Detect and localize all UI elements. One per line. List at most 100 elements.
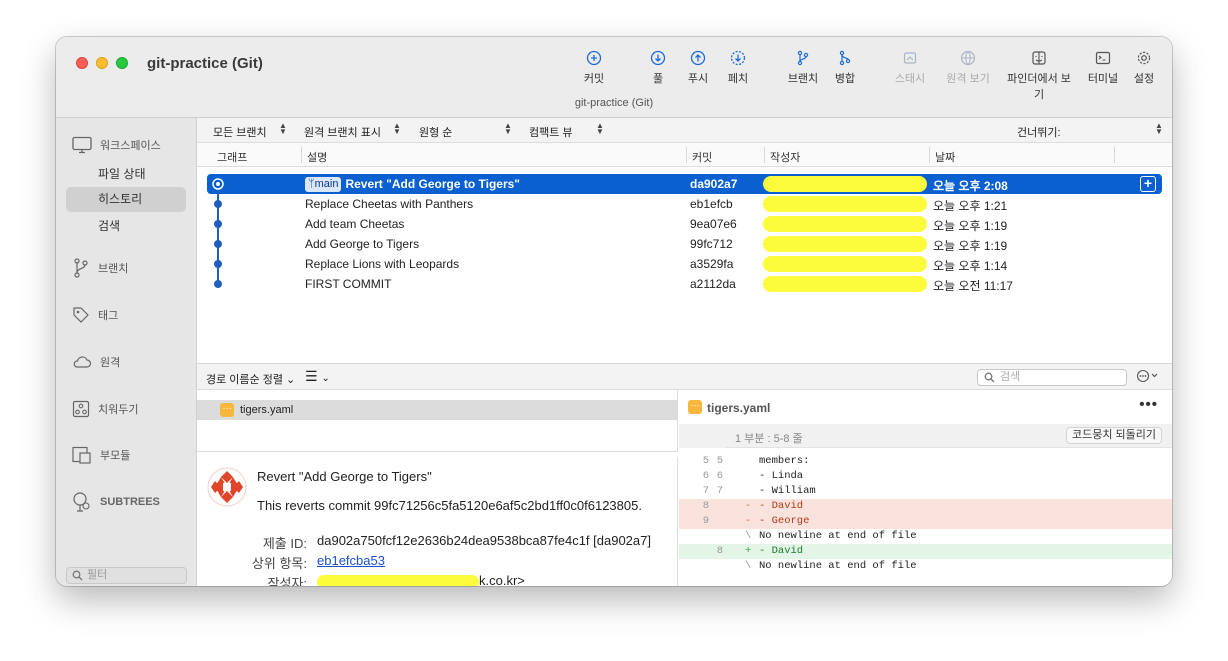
- zoom-window-button[interactable]: [116, 57, 128, 69]
- commit-date: 오늘 오후 1:21: [933, 199, 1008, 213]
- col-description[interactable]: 설명: [307, 149, 327, 165]
- chevron-down-icon: ⌄: [321, 373, 330, 384]
- file-row[interactable]: ··· tigers.yaml: [197, 400, 678, 420]
- col-divider[interactable]: [686, 147, 687, 163]
- old-line-number: 5: [702, 455, 709, 467]
- diff-marker: \: [745, 560, 752, 572]
- col-divider[interactable]: [301, 147, 302, 163]
- remote-view-button[interactable]: 원격 보기: [932, 50, 1004, 86]
- commit-table-header: 그래프 설명 커밋 작성자 날짜: [197, 143, 1172, 167]
- minimize-window-button[interactable]: [96, 57, 108, 69]
- diff-marker: -: [745, 515, 752, 527]
- commit-row[interactable]: Replace Cheetas with Panthers eb1efcb 오늘…: [207, 194, 1162, 214]
- sidebar: 워크스페이스 파일 상태 히스토리 검색 브랜치 태그 원격 치워두기 부모듈 …: [56, 118, 197, 586]
- commit-row-selected[interactable]: ᛘmain Revert "Add George to Tigers" da902…: [207, 174, 1162, 194]
- author-label: 작성자:: [267, 576, 308, 586]
- stash-icon: [903, 52, 917, 64]
- commit-row[interactable]: Add George to Tigers 99fc712 오늘 오후 1:19: [207, 234, 1162, 254]
- col-divider[interactable]: [929, 147, 930, 163]
- fetch-label: 페치: [727, 73, 749, 85]
- new-line-number: 5: [716, 455, 723, 467]
- diff-code: - David: [759, 545, 804, 557]
- col-date[interactable]: 날짜: [935, 149, 955, 165]
- list-icon: ☰: [305, 368, 318, 384]
- diff-line: \ No newline at end of file: [679, 529, 1172, 544]
- commit-row[interactable]: Replace Lions with Leopards a3529fa 오늘 오…: [207, 254, 1162, 274]
- new-line-number: 7: [716, 485, 723, 497]
- show-in-finder-button[interactable]: 파인더에서 보기: [1003, 50, 1075, 102]
- commit-id-label: 제출 ID:: [262, 536, 307, 551]
- commit-date: 오늘 오후 1:19: [933, 219, 1008, 233]
- merge-button[interactable]: 병합: [809, 50, 881, 86]
- commit-hash: a3529fa: [690, 257, 734, 271]
- col-divider[interactable]: [1114, 147, 1115, 163]
- diff-marker: +: [745, 545, 752, 557]
- sidebar-filter-placeholder: 필터: [87, 569, 108, 581]
- file-name: tigers.yaml: [240, 404, 294, 416]
- add-icon[interactable]: +: [1140, 176, 1156, 192]
- branch-icon: ᛘ: [308, 178, 315, 190]
- graph-node: [214, 220, 222, 228]
- diff-code: members:: [759, 455, 810, 467]
- compact-view-select[interactable]: 컴팩트 뷰: [529, 124, 573, 140]
- sidebar-group-tags[interactable]: 태그: [72, 306, 118, 324]
- commit-button[interactable]: 커밋: [558, 50, 630, 86]
- plus-circle-icon: [586, 50, 602, 66]
- col-divider[interactable]: [764, 147, 765, 163]
- fetch-button[interactable]: 페치: [702, 50, 774, 86]
- sidebar-branches-label: 브랜치: [98, 263, 129, 275]
- merge-icon: [839, 50, 851, 66]
- commit-row[interactable]: Add team Cheetas 9ea07e6 오늘 오후 1:19: [207, 214, 1162, 234]
- remote-view-label: 원격 보기: [946, 73, 990, 85]
- main-panel: 모든 브랜치 ▲ ▼ 원격 브랜치 표시 ▲ ▼ 원형 순 ▲ ▼ 컴팩트 뷰 ▲ ▼ …: [197, 118, 1172, 586]
- redacted-email: [317, 574, 479, 586]
- graph-node: [214, 280, 222, 288]
- sort-by-path-select[interactable]: 경로 이름순 정렬 ⌄: [206, 371, 295, 387]
- diff-code: No newline at end of file: [759, 530, 917, 542]
- col-commit[interactable]: 커밋: [692, 149, 712, 165]
- graph-node: [214, 240, 222, 248]
- more-icon[interactable]: •••: [1139, 396, 1158, 413]
- sidebar-item-history[interactable]: 히스토리: [66, 187, 186, 212]
- graph-node-head-dot: [216, 182, 220, 186]
- revert-hunk-button[interactable]: 코드뭉치 되돌리기: [1065, 427, 1162, 444]
- diff-search-input[interactable]: 검색: [977, 369, 1127, 386]
- commit-description: Add team Cheetas: [305, 217, 405, 231]
- redacted-author: [763, 176, 927, 192]
- diff-line: \ No newline at end of file: [679, 559, 1172, 574]
- commit-title: Revert "Add George to Tigers": [257, 469, 432, 484]
- sidebar-filter-input[interactable]: 필터: [66, 567, 187, 584]
- list-view-menu[interactable]: ☰ ⌄: [305, 368, 330, 385]
- sidebar-group-remotes[interactable]: 원격: [72, 354, 120, 370]
- more-options-icon[interactable]: [1136, 369, 1160, 383]
- col-author[interactable]: 작성자: [770, 149, 800, 165]
- sidebar-group-branches[interactable]: 브랜치: [72, 258, 128, 278]
- commit-date: 오늘 오후 2:08: [933, 179, 1008, 193]
- commit-description: Replace Cheetas with Panthers: [305, 197, 474, 211]
- parent-label: 상위 항목:: [251, 556, 307, 571]
- window-title: git-practice (Git): [147, 55, 263, 72]
- all-branches-select[interactable]: 모든 브랜치: [213, 124, 267, 140]
- sidebar-group-subtrees[interactable]: SUBTREES: [72, 492, 160, 512]
- order-select[interactable]: 원형 순: [419, 124, 452, 140]
- sidebar-item-search[interactable]: 검색: [66, 214, 186, 239]
- sidebar-tags-label: 태그: [98, 310, 119, 322]
- sidebar-group-workspace[interactable]: 워크스페이스: [72, 136, 161, 154]
- sidebar-group-stashes[interactable]: 치워두기: [72, 400, 138, 418]
- diff-line: 6 6 - Linda: [679, 469, 1172, 484]
- tag-icon: [73, 307, 89, 323]
- close-window-button[interactable]: [76, 57, 88, 69]
- diff-code: - George: [759, 515, 810, 527]
- settings-button[interactable]: 설정: [1108, 50, 1172, 86]
- hunk-header: 1 부분 : 5-8 줄 코드뭉치 되돌리기: [726, 424, 1172, 448]
- redacted-author: [763, 256, 927, 272]
- col-graph[interactable]: 그래프: [217, 149, 247, 165]
- parent-commit-link[interactable]: eb1efcba53: [317, 553, 385, 568]
- show-remote-branches-select[interactable]: 원격 브랜치 표시: [304, 124, 381, 140]
- diff-marker: \: [745, 530, 752, 542]
- modified-file-icon: ···: [688, 400, 702, 414]
- sidebar-group-submodules[interactable]: 부모듈: [72, 446, 130, 464]
- sidebar-item-file-status[interactable]: 파일 상태: [66, 162, 186, 187]
- jump-to-label[interactable]: 건너뛰기:: [1017, 124, 1061, 140]
- commit-row[interactable]: FIRST COMMIT a2112da 오늘 오전 11:17: [207, 274, 1162, 294]
